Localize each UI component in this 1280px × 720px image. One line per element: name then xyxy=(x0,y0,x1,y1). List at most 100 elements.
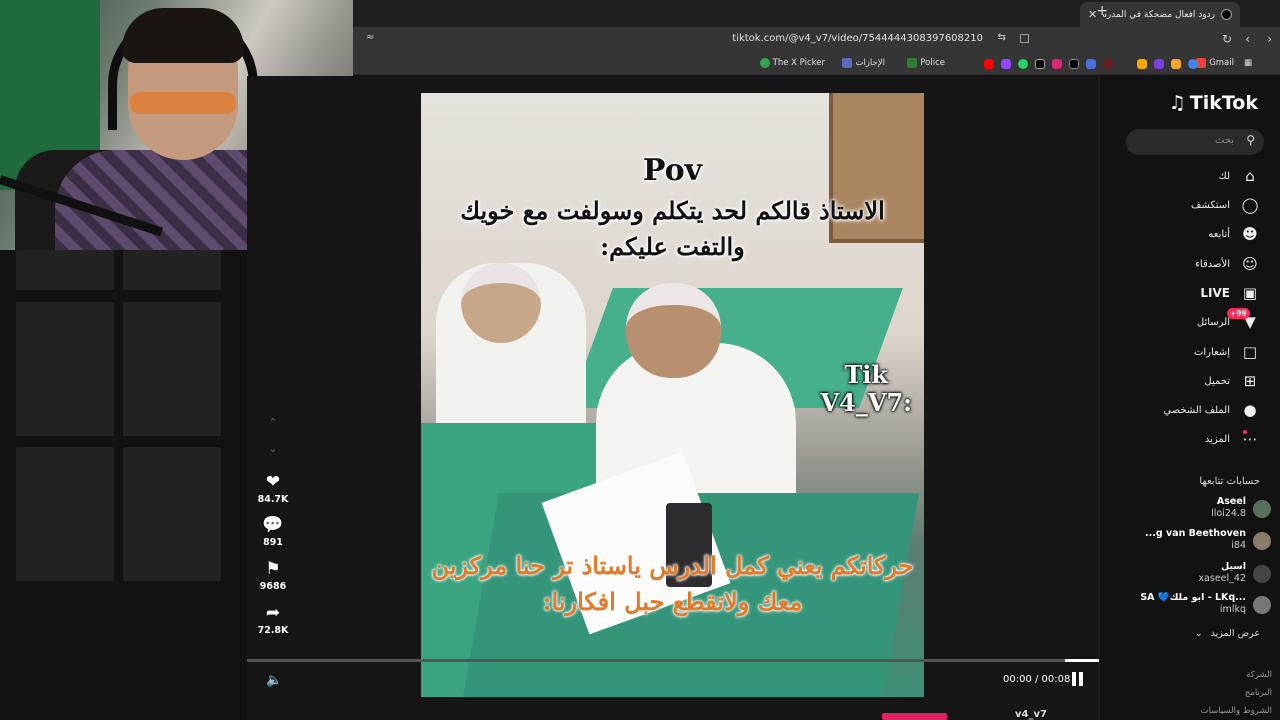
bookmark-gmail[interactable]: Gmail xyxy=(1196,58,1234,68)
list-icon xyxy=(842,58,853,68)
nav-more[interactable]: ⋯ المزيد xyxy=(1205,429,1260,449)
account-handle: xaseel_42 xyxy=(1198,573,1246,584)
swvl-icon[interactable] xyxy=(1154,59,1164,69)
footer-link[interactable]: الشركة xyxy=(1246,670,1272,680)
tiktok-logo[interactable]: ♫ TikTok xyxy=(1169,92,1258,114)
nav-notifications[interactable]: □ إشعارات xyxy=(1194,342,1260,362)
search-icon[interactable]: ⚲ xyxy=(1246,133,1255,147)
video-watermark: Tik V4_V7: xyxy=(821,361,913,417)
heart-icon: ❤ xyxy=(265,472,281,492)
following-account[interactable]: اسيل xaseel_42 xyxy=(1101,561,1271,589)
like-button[interactable]: ❤ 84.7K xyxy=(255,473,291,505)
nav-explore[interactable]: ◯ استكشف xyxy=(1191,195,1260,215)
more-icon: ⋯ xyxy=(1242,430,1258,448)
video-tile[interactable] xyxy=(16,250,114,290)
video-tile[interactable] xyxy=(16,302,114,436)
compass-icon: ◯ xyxy=(1241,196,1259,214)
avatar-icon: ● xyxy=(1243,401,1257,419)
like-count: 84.7K xyxy=(257,494,289,505)
streamer-hair xyxy=(122,8,244,63)
video-tile[interactable] xyxy=(123,447,221,581)
new-tab-button[interactable]: + xyxy=(1096,3,1108,19)
chevron-up-icon[interactable]: ⌃ xyxy=(255,416,291,429)
see-more-button[interactable]: ⌄ عرض المزيد xyxy=(1195,628,1260,639)
url-field[interactable]: tiktok.com/@v4_v7/video/7544444308397608… xyxy=(732,33,983,44)
account-handle: lloi24.8 xyxy=(1211,508,1246,519)
comment-button[interactable]: 💬 891 xyxy=(255,516,291,548)
upload-icon: ⊞ xyxy=(1243,372,1257,390)
footer-link[interactable]: البرنامج xyxy=(1245,688,1272,698)
back-icon[interactable]: ‹ xyxy=(1245,32,1250,46)
share-icon: ➦ xyxy=(265,603,281,623)
translate-bookmark-icon[interactable] xyxy=(1086,59,1096,69)
bookmark-label: الإجازات xyxy=(855,58,885,68)
nav-profile[interactable]: ● الملف الشخصي xyxy=(1163,400,1260,420)
tiktok-bookmark-icon[interactable] xyxy=(1069,59,1079,69)
student-right-head xyxy=(626,283,721,378)
chevron-down-icon[interactable]: ⌄ xyxy=(255,442,291,455)
tab-title: ردود أفعال مضحكة في المدرسة xyxy=(1103,9,1215,20)
tiktok-sidebar: ♫ TikTok بحث ⚲ ⌂ لك ◯ استكشف ☻ أتابعه ☺ … xyxy=(1099,76,1280,720)
footer-link[interactable]: الشروط والسياسات xyxy=(1201,706,1272,716)
follow-strip[interactable] xyxy=(882,713,947,720)
nav-label: LIVE xyxy=(1200,286,1230,300)
x-picker-icon xyxy=(759,58,770,68)
following-account[interactable]: Aseel lloi24.8 xyxy=(1101,496,1271,524)
following-account[interactable]: SA 💙ابو ملك - LKq... imlkq xyxy=(1101,592,1271,620)
friends-icon: ☺ xyxy=(1242,255,1258,273)
netflix-icon[interactable] xyxy=(1103,59,1113,69)
forward-icon[interactable]: › xyxy=(1267,32,1272,46)
whatsapp-icon[interactable] xyxy=(1018,59,1028,69)
account-name: ...g van Beethoven xyxy=(1145,528,1246,539)
progress-buffer xyxy=(1065,659,1099,662)
pause-icon[interactable] xyxy=(1071,672,1084,686)
apps-grid-icon[interactable]: ▦ xyxy=(1244,58,1252,68)
bookmark-police[interactable]: Police xyxy=(907,58,945,68)
bookmark-x-picker[interactable]: The X Picker xyxy=(759,58,825,68)
account-name: SA 💙ابو ملك - LKq... xyxy=(1140,592,1246,603)
search-input[interactable]: بحث ⚲ xyxy=(1126,129,1264,155)
nav-for-you[interactable]: ⌂ لك xyxy=(1219,166,1260,186)
nav-messages[interactable]: ▼ +99 الرسائل xyxy=(1196,308,1260,332)
author-handle[interactable]: v4_v7 xyxy=(1015,709,1047,720)
volume-icon[interactable]: 🔈 xyxy=(266,673,282,688)
site-settings-icon[interactable]: ⇆ xyxy=(998,32,1006,43)
youtube-icon[interactable] xyxy=(984,59,994,69)
video-progress-bar[interactable] xyxy=(247,659,1099,662)
police-icon xyxy=(907,58,918,68)
nav-label: الرسائل xyxy=(1196,316,1230,328)
nav-following[interactable]: ☻ أتابعه xyxy=(1208,224,1260,244)
share-button[interactable]: ➦ 72.8K xyxy=(255,604,291,636)
amazon-icon[interactable] xyxy=(1137,59,1147,69)
watermark-line: Tik xyxy=(844,360,889,389)
following-account[interactable]: ...g van Beethoven i84 xyxy=(1101,528,1271,556)
message-icon: □ xyxy=(1242,343,1258,361)
following-header: حسابات تتابعها xyxy=(1199,476,1260,487)
avatar xyxy=(1253,596,1271,614)
search-placeholder: بحث xyxy=(1214,135,1234,146)
x-icon[interactable] xyxy=(1035,59,1045,69)
bookmark-label: Gmail xyxy=(1209,58,1234,68)
chrome-icon[interactable] xyxy=(1188,59,1198,69)
bookmark-star-icon[interactable]: ☐ xyxy=(1019,32,1030,46)
reload-icon[interactable]: ↻ xyxy=(1222,32,1232,46)
github-icon[interactable] xyxy=(1120,59,1130,69)
video-tile[interactable] xyxy=(16,447,114,581)
bookmark-label: The X Picker xyxy=(772,58,825,68)
see-more-label: عرض المزيد xyxy=(1210,628,1260,639)
translate-icon[interactable]: ≈ xyxy=(366,32,374,43)
shop-icon[interactable] xyxy=(1171,59,1181,69)
account-name: اسيل xyxy=(1221,561,1246,572)
nav-upload[interactable]: ⊞ تحميل xyxy=(1204,371,1260,391)
video-player[interactable]: Pov الاستاذ قالكم لحد يتكلم وسولفت مع خو… xyxy=(421,93,924,697)
message-badge: +99 xyxy=(1227,308,1250,319)
video-tile[interactable] xyxy=(123,250,221,290)
video-tile[interactable] xyxy=(123,302,221,436)
nav-friends[interactable]: ☺ الأصدقاء xyxy=(1195,254,1260,274)
twitch-icon[interactable] xyxy=(1001,59,1011,69)
save-button[interactable]: ⚑ 9686 xyxy=(255,560,291,592)
save-count: 9686 xyxy=(259,581,287,592)
nav-live[interactable]: ▣ LIVE xyxy=(1200,283,1260,303)
bookmark-holidays[interactable]: الإجازات xyxy=(842,58,885,68)
instagram-icon[interactable] xyxy=(1052,59,1062,69)
